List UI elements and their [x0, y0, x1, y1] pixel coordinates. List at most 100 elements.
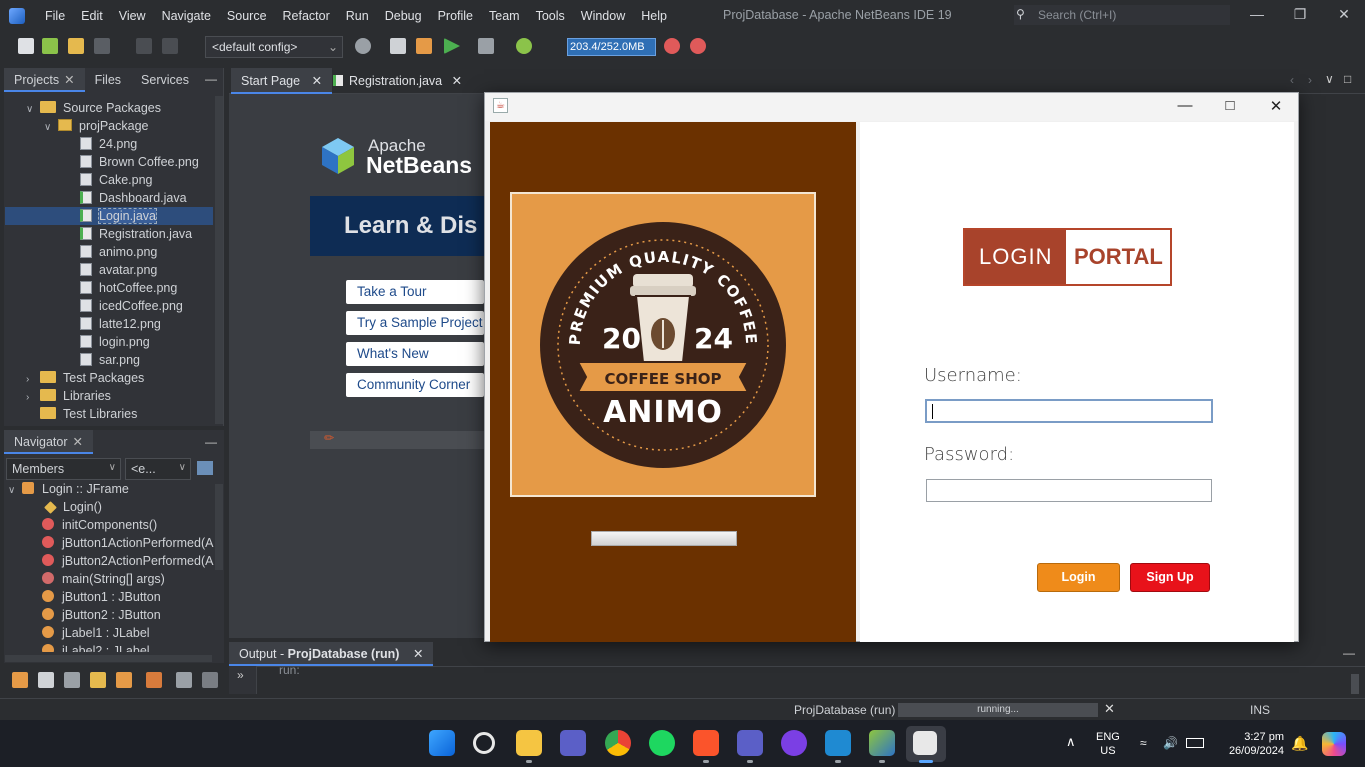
minimize-panel-icon[interactable]: — — [205, 72, 217, 86]
minimize-icon[interactable]: — — [1173, 97, 1197, 114]
clean-icon[interactable] — [416, 38, 432, 54]
menu-edit[interactable]: Edit — [73, 9, 111, 23]
tree-file[interactable]: icedCoffee.png — [80, 297, 183, 315]
expand-toolbar-icon[interactable]: » — [237, 668, 244, 682]
nav-member[interactable]: jButton2 : JButton — [42, 606, 161, 624]
link-community-corner[interactable]: Community Corner — [346, 373, 484, 397]
scroll-left-icon[interactable]: ‹ — [1290, 73, 1294, 87]
tree-file[interactable]: Dashboard.java — [80, 189, 187, 207]
tree-file[interactable]: 24.png — [80, 135, 137, 153]
sign-up-button[interactable]: Sign Up — [1130, 563, 1210, 592]
output-scrollbar[interactable] — [1351, 674, 1359, 694]
inheritance-icon[interactable] — [12, 672, 28, 688]
menu-team[interactable]: Team — [481, 9, 528, 23]
menu-file[interactable]: File — [37, 9, 73, 23]
memory-indicator[interactable]: 203.4/252.0MB — [567, 38, 656, 56]
tree-file[interactable]: Cake.png — [80, 171, 153, 189]
clean-build-icon[interactable] — [390, 38, 406, 54]
tab-projects[interactable]: Projects ✕ — [4, 68, 85, 92]
language-indicator[interactable]: ENG US — [1096, 730, 1120, 758]
tree-file[interactable]: avatar.png — [80, 261, 157, 279]
maximize-editor-icon[interactable]: □ — [1344, 72, 1351, 86]
fields-filter-icon[interactable] — [38, 672, 54, 688]
tab-registration[interactable]: Registration.java ✕ — [323, 68, 472, 94]
projects-scrollbar[interactable] — [215, 96, 223, 424]
link-take-a-tour[interactable]: Take a Tour — [346, 280, 484, 304]
tray-chevron-up-icon[interactable]: ∧ — [1066, 734, 1076, 750]
tree-libraries[interactable]: › Libraries — [26, 387, 111, 405]
undo-icon[interactable] — [136, 38, 152, 54]
minimize-icon[interactable]: — — [1247, 6, 1267, 22]
chevron-down-icon[interactable]: ∨ — [1325, 72, 1334, 86]
nonpublic-filter-icon[interactable] — [116, 672, 132, 688]
members-select[interactable]: Members ∨ — [6, 458, 121, 480]
cancel-process-icon[interactable]: ✕ — [1104, 701, 1115, 717]
menu-profile[interactable]: Profile — [430, 9, 481, 23]
tree-file[interactable]: latte12.png — [80, 315, 161, 333]
new-file-icon[interactable] — [18, 38, 34, 54]
tree-file[interactable]: Registration.java — [80, 225, 192, 243]
search-icon[interactable] — [473, 732, 495, 754]
debug-icon[interactable] — [478, 38, 494, 54]
tree-test-packages[interactable]: › Test Packages — [26, 369, 144, 387]
nav-member[interactable]: jLabel2 : JLabel — [42, 642, 150, 652]
tab-files[interactable]: Files — [85, 68, 131, 92]
tree-file-selected[interactable]: Login.java — [5, 207, 213, 225]
close-icon[interactable]: ✕ — [452, 74, 462, 88]
navigator-scrollbar[interactable] — [215, 484, 223, 570]
blank-button[interactable] — [591, 531, 737, 546]
netbeans-taskbar-icon[interactable] — [869, 730, 895, 756]
lock-icon[interactable] — [90, 672, 106, 688]
close-icon[interactable]: ✕ — [312, 74, 322, 88]
clock[interactable]: 3:27 pm 26/09/2024 — [1214, 730, 1284, 758]
sort-source-icon[interactable] — [202, 672, 218, 688]
close-icon[interactable]: ✕ — [64, 73, 74, 87]
menu-window[interactable]: Window — [573, 9, 633, 23]
tab-navigator[interactable]: Navigator ✕ — [4, 430, 93, 454]
nav-member[interactable]: jLabel1 : JLabel — [42, 624, 150, 642]
menu-help[interactable]: Help — [633, 9, 675, 23]
spotify-icon[interactable] — [649, 730, 675, 756]
inner-classes-icon[interactable] — [146, 672, 162, 688]
tree-file[interactable]: animo.png — [80, 243, 157, 261]
running-project[interactable]: ProjDatabase (run) — [794, 703, 895, 717]
gc-icon[interactable] — [664, 38, 680, 54]
tree-file[interactable]: Brown Coffee.png — [80, 153, 199, 171]
tab-output[interactable]: Output - ProjDatabase (run) ✕ — [229, 642, 434, 666]
tree-file[interactable]: hotCoffee.png — [80, 279, 177, 297]
menu-navigate[interactable]: Navigate — [154, 9, 219, 23]
static-filter-icon[interactable] — [64, 672, 80, 688]
redo-icon[interactable] — [162, 38, 178, 54]
link-sample-project[interactable]: Try a Sample Project — [346, 311, 484, 335]
tree-file[interactable]: login.png — [80, 333, 150, 351]
config-select[interactable]: <default config> ⌄ — [205, 36, 343, 58]
nav-member[interactable]: jButton2ActionPerformed(A — [42, 552, 213, 570]
vscode-icon[interactable] — [825, 730, 851, 756]
tree-source-packages[interactable]: ∨ Source Packages — [26, 99, 161, 117]
password-field[interactable] — [926, 479, 1212, 502]
nav-member[interactable]: initComponents() — [42, 516, 157, 534]
nav-member[interactable]: main(String[] args) — [42, 570, 165, 588]
menu-debug[interactable]: Debug — [377, 9, 430, 23]
scroll-right-icon[interactable]: › — [1308, 73, 1312, 87]
maximize-icon[interactable]: □ — [1218, 97, 1242, 114]
search-box[interactable]: ⚲ Search (Ctrl+I) — [1014, 5, 1230, 25]
menu-view[interactable]: View — [111, 9, 154, 23]
windows-start-icon[interactable] — [429, 730, 455, 756]
navigator-hscrollbar[interactable] — [5, 655, 212, 662]
close-icon[interactable]: ✕ — [1264, 97, 1288, 115]
login-button[interactable]: Login — [1037, 563, 1120, 592]
profile-icon[interactable] — [516, 38, 532, 54]
new-project-icon[interactable] — [42, 38, 58, 54]
volume-icon[interactable]: 🔊 — [1163, 736, 1178, 750]
menu-source[interactable]: Source — [219, 9, 275, 23]
tree-package[interactable]: ∨ projPackage — [44, 117, 149, 135]
nav-member[interactable]: jButton1 : JButton — [42, 588, 161, 606]
open-project-icon[interactable] — [68, 38, 84, 54]
brave-icon[interactable] — [693, 730, 719, 756]
navigator-settings-icon[interactable] — [197, 461, 213, 475]
gc-profile-icon[interactable] — [690, 38, 706, 54]
file-explorer-icon[interactable] — [516, 730, 542, 756]
save-all-icon[interactable] — [94, 38, 110, 54]
github-desktop-icon[interactable] — [781, 730, 807, 756]
